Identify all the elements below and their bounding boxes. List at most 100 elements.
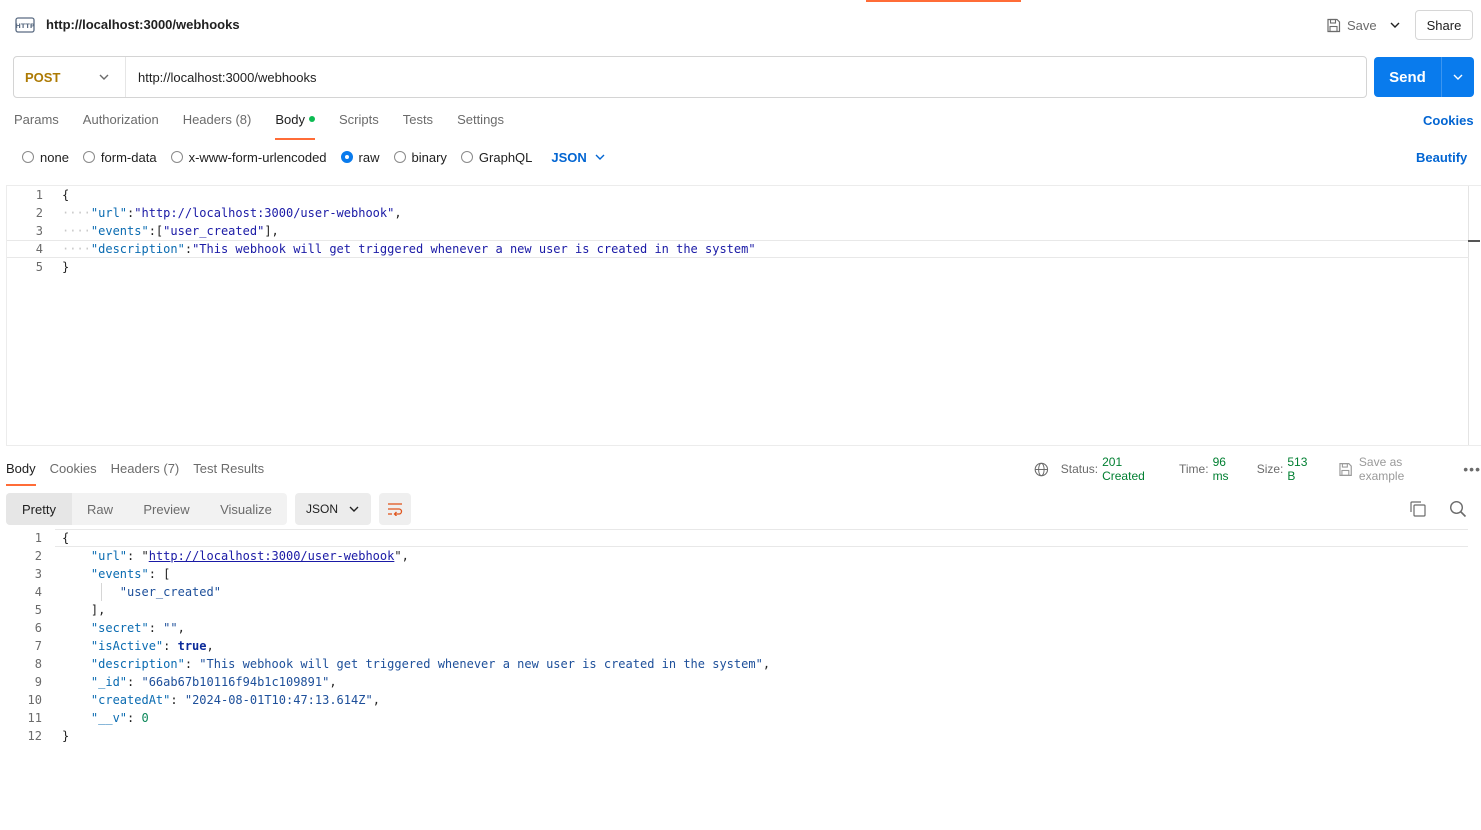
body-type-binary[interactable]: binary	[393, 150, 447, 165]
tab-label: Headers	[110, 461, 160, 476]
code-text: ····"url":"http://localhost:3000/user-we…	[62, 206, 402, 220]
save-label: Save	[1347, 17, 1377, 33]
response-body-viewer[interactable]: 1{ 2 "url": "http://localhost:3000/user-…	[0, 529, 1481, 830]
send-options-button[interactable]	[1442, 74, 1474, 80]
code-line: 4 "user_created"	[0, 583, 1481, 601]
code-text: "events": [	[90, 567, 171, 581]
save-button[interactable]: Save	[1320, 11, 1378, 39]
time-value[interactable]: 96 ms	[1213, 455, 1245, 483]
line-number: 8	[34, 657, 42, 671]
code-line: 3 ····"events":["user_created"],	[7, 222, 1481, 240]
radio-button	[82, 151, 95, 163]
beautify-link[interactable]: Beautify	[1416, 150, 1467, 165]
search-icon[interactable]	[1448, 499, 1468, 519]
response-tab-headers[interactable]: Headers (7)	[111, 461, 180, 485]
body-type-raw[interactable]: raw	[340, 150, 380, 165]
url-input[interactable]	[126, 57, 1366, 97]
response-url-link[interactable]: http://localhost:3000/user-webhook	[149, 549, 395, 563]
tab-params[interactable]: Params	[14, 112, 59, 138]
send-button[interactable]: Send	[1374, 69, 1441, 86]
code-line: 5}	[7, 258, 1481, 276]
size-value[interactable]: 513 B	[1287, 455, 1318, 483]
tab-label: Test Results	[193, 461, 265, 476]
body-type-none[interactable]: none	[22, 150, 69, 165]
response-tab-test-results[interactable]: Test Results	[193, 461, 264, 485]
line-number: 7	[34, 639, 42, 653]
wrap-lines-button[interactable]	[379, 493, 411, 525]
response-tab-cookies[interactable]: Cookies	[50, 461, 97, 485]
line-number: 1	[34, 531, 42, 545]
code-line: 7 "isActive": true,	[0, 637, 1481, 655]
line-number: 12	[27, 729, 42, 743]
save-options-button[interactable]	[1382, 11, 1408, 39]
radio-button	[22, 151, 34, 163]
response-tabs: Body Cookies Headers (7) Test Results	[6, 461, 278, 486]
body-type-form-data[interactable]: form-data	[82, 149, 157, 165]
view-visualize[interactable]: Visualize	[205, 493, 287, 525]
save-icon	[1339, 462, 1353, 476]
headers-count: (8)	[235, 112, 252, 127]
line-number: 6	[34, 621, 42, 635]
view-preview[interactable]: Preview	[128, 493, 205, 525]
body-type-graphql[interactable]: GraphQL	[460, 149, 533, 165]
tab-tests[interactable]: Tests	[403, 112, 433, 138]
code-text: "url": "http://localhost:3000/user-webho…	[90, 549, 409, 563]
size-label: Size:	[1256, 462, 1284, 476]
code-text: }	[62, 729, 70, 743]
code-text: "user_created"	[119, 585, 221, 599]
share-button[interactable]: Share	[1415, 10, 1473, 40]
request-title[interactable]: http://localhost:3000/webhooks	[46, 17, 240, 32]
chevron-down-icon	[1390, 22, 1400, 28]
radio-label: GraphQL	[478, 149, 533, 165]
tab-scripts[interactable]: Scripts	[339, 112, 379, 138]
tab-settings[interactable]: Settings	[457, 112, 504, 138]
code-line: 11 "__v": 0	[0, 709, 1481, 727]
response-format-select[interactable]: JSON	[295, 493, 371, 525]
code-line: 2 ····"url":"http://localhost:3000/user-w…	[7, 204, 1481, 222]
code-line: 3 "events": [	[0, 565, 1481, 583]
save-icon	[1327, 18, 1341, 32]
body-indicator-dot	[308, 116, 315, 122]
copy-icon[interactable]	[1408, 499, 1428, 519]
code-text: "createdAt": "2024-08-01T10:47:13.614Z",	[90, 693, 380, 707]
code-line: 10 "createdAt": "2024-08-01T10:47:13.614…	[0, 691, 1481, 709]
tab-label: Headers	[182, 112, 232, 127]
code-line: 9 "_id": "66ab67b10116f94b1c109891",	[0, 673, 1481, 691]
tab-authorization[interactable]: Authorization	[83, 112, 159, 138]
code-text: ····"description":"This webhook will get…	[62, 242, 756, 256]
code-text: "_id": "66ab67b10116f94b1c109891",	[90, 675, 337, 689]
tab-headers[interactable]: Headers (8)	[183, 112, 252, 138]
tab-label: Params	[14, 112, 59, 127]
code-line: 8 "description": "This webhook will get …	[0, 655, 1481, 673]
code-text: ],	[62, 603, 106, 617]
request-tabs: Params Authorization Headers (8) Body Sc…	[14, 112, 528, 140]
tab-body[interactable]: Body	[275, 112, 315, 140]
code-text: "secret": "",	[90, 621, 185, 635]
save-as-example-button[interactable]: Save as example	[1338, 455, 1449, 483]
cookies-link[interactable]: Cookies	[1423, 113, 1474, 128]
body-type-urlencoded[interactable]: x-www-form-urlencoded	[170, 150, 327, 165]
radio-button-selected	[340, 151, 353, 163]
request-body-editor[interactable]: 1{ 2 ····"url":"http://localhost:3000/use…	[6, 185, 1481, 446]
method-select[interactable]: POST	[14, 57, 126, 97]
view-raw[interactable]: Raw	[72, 493, 128, 525]
globe-icon[interactable]	[1034, 462, 1049, 477]
status-value[interactable]: 201 Created	[1102, 455, 1167, 483]
code-line: 2 "url": "http://localhost:3000/user-web…	[0, 547, 1481, 565]
radio-label: form-data	[100, 149, 157, 165]
radio-button	[393, 151, 406, 163]
line-number: 9	[34, 675, 42, 689]
response-tab-body[interactable]: Body	[6, 461, 36, 486]
code-text: {	[62, 188, 70, 202]
code-text: "isActive": true,	[90, 639, 214, 653]
line-number: 2	[34, 549, 42, 563]
view-pretty[interactable]: Pretty	[6, 493, 72, 525]
line-number: 11	[27, 711, 42, 725]
code-text: "__v": 0	[90, 711, 149, 725]
more-icon[interactable]: •••	[1463, 461, 1481, 477]
body-format-select[interactable]: JSON	[551, 150, 605, 165]
send-button-group: Send	[1374, 57, 1474, 97]
time-label: Time:	[1179, 462, 1209, 476]
line-number: 10	[27, 693, 42, 707]
radio-label: none	[40, 149, 69, 165]
